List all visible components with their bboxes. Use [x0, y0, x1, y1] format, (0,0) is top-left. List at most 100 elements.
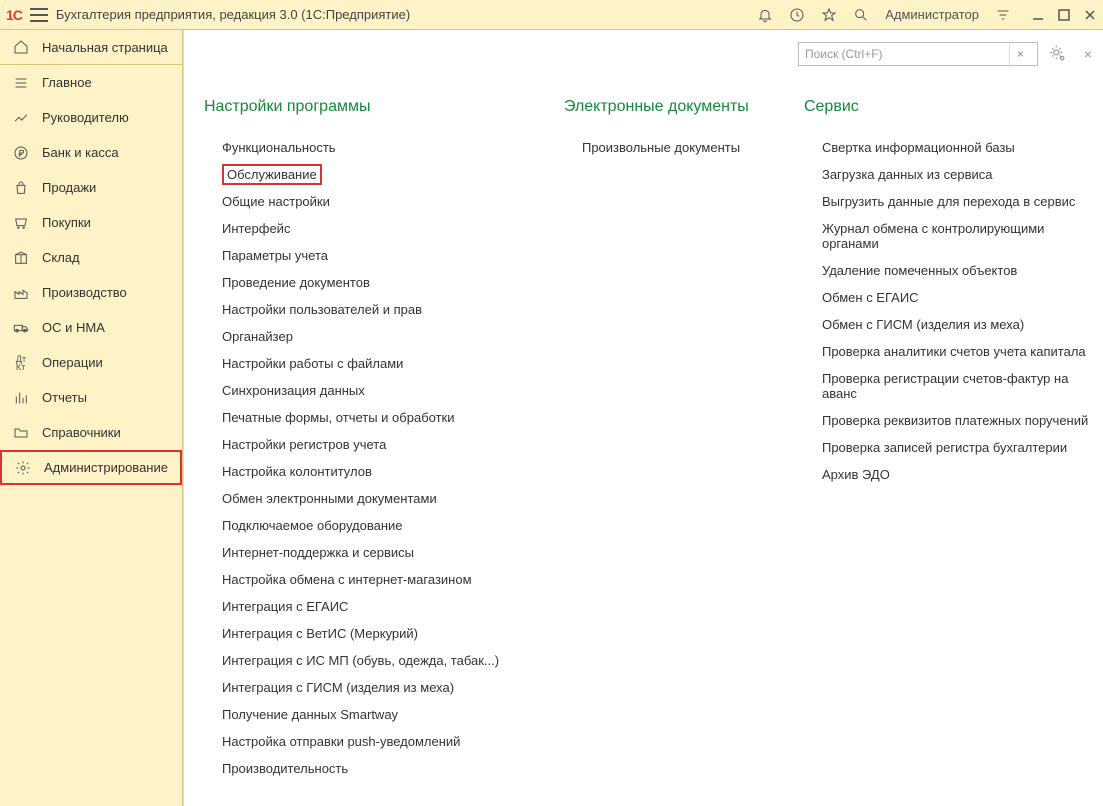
- sidebar-item-production[interactable]: Производство: [0, 275, 182, 310]
- link-item[interactable]: Интеграция с ВетИС (Меркурий): [222, 620, 524, 647]
- sidebar-item-bank[interactable]: Банк и касса: [0, 135, 182, 170]
- app-logo: 1C: [6, 7, 22, 23]
- bell-icon[interactable]: [753, 3, 777, 27]
- app-title: Бухгалтерия предприятия, редакция 3.0 (1…: [56, 7, 410, 22]
- link-item[interactable]: Удаление помеченных объектов: [822, 257, 1103, 284]
- sidebar-item-label: Покупки: [42, 215, 91, 230]
- folder-icon: [12, 424, 30, 442]
- close-panel-button[interactable]: ×: [1078, 44, 1098, 64]
- bag-icon: [12, 179, 30, 197]
- link-item[interactable]: Проверка регистрации счетов-фактур на ав…: [822, 365, 1103, 407]
- link-item[interactable]: Проведение документов: [222, 269, 524, 296]
- link-item[interactable]: Получение данных Smartway: [222, 701, 524, 728]
- link-item[interactable]: Подключаемое оборудование: [222, 512, 524, 539]
- link-item[interactable]: Настройка колонтитулов: [222, 458, 524, 485]
- sidebar-item-label: Продажи: [42, 180, 96, 195]
- sidebar-item-administration[interactable]: Администрирование: [0, 450, 182, 485]
- link-item[interactable]: Параметры учета: [222, 242, 524, 269]
- cart-icon: [12, 214, 30, 232]
- search-field-wrap: ×: [798, 42, 1038, 66]
- link-item[interactable]: Настройки работы с файлами: [222, 350, 524, 377]
- menu-icon[interactable]: [30, 8, 48, 22]
- sidebar-item-references[interactable]: Справочники: [0, 415, 182, 450]
- filter-icon[interactable]: [991, 3, 1015, 27]
- link-item[interactable]: Проверка аналитики счетов учета капитала: [822, 338, 1103, 365]
- titlebar: 1C Бухгалтерия предприятия, редакция 3.0…: [0, 0, 1103, 30]
- sidebar-item-assets[interactable]: ОС и НМА: [0, 310, 182, 345]
- sidebar-item-label: Склад: [42, 250, 80, 265]
- box-icon: [12, 249, 30, 267]
- dtkt-icon: ДтКт: [12, 354, 30, 372]
- sidebar-item-label: Справочники: [42, 425, 121, 440]
- maximize-button[interactable]: [1057, 8, 1071, 22]
- truck-icon: [12, 319, 30, 337]
- sidebar-item-reports[interactable]: Отчеты: [0, 380, 182, 415]
- link-item[interactable]: Обмен с ЕГАИС: [822, 284, 1103, 311]
- settings-gear-icon[interactable]: [1046, 42, 1070, 66]
- sidebar-item-label: Главное: [42, 75, 92, 90]
- sidebar-item-warehouse[interactable]: Склад: [0, 240, 182, 275]
- content-toolbar: × ×: [184, 30, 1103, 78]
- link-item[interactable]: Общие настройки: [222, 188, 524, 215]
- link-item[interactable]: Выгрузить данные для перехода в сервис: [822, 188, 1103, 215]
- star-icon[interactable]: [817, 3, 841, 27]
- link-item[interactable]: Произвольные документы: [582, 134, 764, 161]
- link-item[interactable]: Загрузка данных из сервиса: [822, 161, 1103, 188]
- link-item[interactable]: Журнал обмена с контролирующими органами: [822, 215, 1103, 257]
- list-icon: [12, 74, 30, 92]
- sidebar-item-operations[interactable]: ДтКт Операции: [0, 345, 182, 380]
- link-item[interactable]: Интернет-поддержка и сервисы: [222, 539, 524, 566]
- search-clear-button[interactable]: ×: [1009, 43, 1031, 65]
- search-input[interactable]: [799, 43, 1009, 65]
- link-item[interactable]: Интерфейс: [222, 215, 524, 242]
- link-item[interactable]: Производительность: [222, 755, 524, 782]
- link-item[interactable]: Интеграция с ИС МП (обувь, одежда, табак…: [222, 647, 524, 674]
- column-edocs: Электронные документы Произвольные докум…: [564, 98, 764, 786]
- link-item[interactable]: Обмен электронными документами: [222, 485, 524, 512]
- history-icon[interactable]: [785, 3, 809, 27]
- user-label[interactable]: Администратор: [881, 7, 983, 22]
- minimize-button[interactable]: [1031, 8, 1045, 22]
- close-button[interactable]: [1083, 8, 1097, 22]
- link-item[interactable]: Проверка реквизитов платежных поручений: [822, 407, 1103, 434]
- trend-icon: [12, 109, 30, 127]
- link-item[interactable]: Функциональность: [222, 134, 524, 161]
- content-panel: × × Настройки программы Функциональность…: [183, 30, 1103, 806]
- edocs-link-list: Произвольные документы: [564, 134, 764, 161]
- sidebar-item-sales[interactable]: Продажи: [0, 170, 182, 205]
- columns: Настройки программы Функциональность Обс…: [184, 78, 1103, 806]
- sidebar-item-label: Начальная страница: [42, 40, 168, 55]
- sidebar-item-home[interactable]: Начальная страница: [0, 30, 182, 65]
- column-title: Электронные документы: [564, 98, 764, 116]
- link-item[interactable]: Настройка обмена с интернет-магазином: [222, 566, 524, 593]
- link-item[interactable]: Синхронизация данных: [222, 377, 524, 404]
- link-item[interactable]: Органайзер: [222, 323, 524, 350]
- sidebar-item-label: Операции: [42, 355, 103, 370]
- link-item[interactable]: Настройки регистров учета: [222, 431, 524, 458]
- link-item[interactable]: Интеграция с ЕГАИС: [222, 593, 524, 620]
- sidebar-item-purchases[interactable]: Покупки: [0, 205, 182, 240]
- gear-icon: [14, 459, 32, 477]
- sidebar-item-label: Отчеты: [42, 390, 87, 405]
- sidebar-item-label: Руководителю: [42, 110, 129, 125]
- link-item[interactable]: Архив ЭДО: [822, 461, 1103, 488]
- sidebar-item-main[interactable]: Главное: [0, 65, 182, 100]
- sidebar-item-label: Банк и касса: [42, 145, 119, 160]
- link-item[interactable]: Настройка отправки push-уведомлений: [222, 728, 524, 755]
- settings-link-list: Функциональность Обслуживание Общие наст…: [204, 134, 524, 782]
- link-item[interactable]: Интеграция с ГИСМ (изделия из меха): [222, 674, 524, 701]
- column-service: Сервис Свертка информационной базы Загру…: [804, 98, 1103, 786]
- sidebar-item-label: Администрирование: [44, 460, 168, 475]
- link-item[interactable]: Настройки пользователей и прав: [222, 296, 524, 323]
- link-item[interactable]: Печатные формы, отчеты и обработки: [222, 404, 524, 431]
- link-item[interactable]: Свертка информационной базы: [822, 134, 1103, 161]
- sidebar-item-label: Производство: [42, 285, 127, 300]
- search-icon[interactable]: [849, 3, 873, 27]
- ruble-icon: [12, 144, 30, 162]
- factory-icon: [12, 284, 30, 302]
- link-item[interactable]: Проверка записей регистра бухгалтерии: [822, 434, 1103, 461]
- link-item[interactable]: Обмен с ГИСМ (изделия из меха): [822, 311, 1103, 338]
- sidebar-item-manager[interactable]: Руководителю: [0, 100, 182, 135]
- link-item-maintenance[interactable]: Обслуживание: [222, 161, 524, 188]
- column-settings: Настройки программы Функциональность Обс…: [204, 98, 524, 786]
